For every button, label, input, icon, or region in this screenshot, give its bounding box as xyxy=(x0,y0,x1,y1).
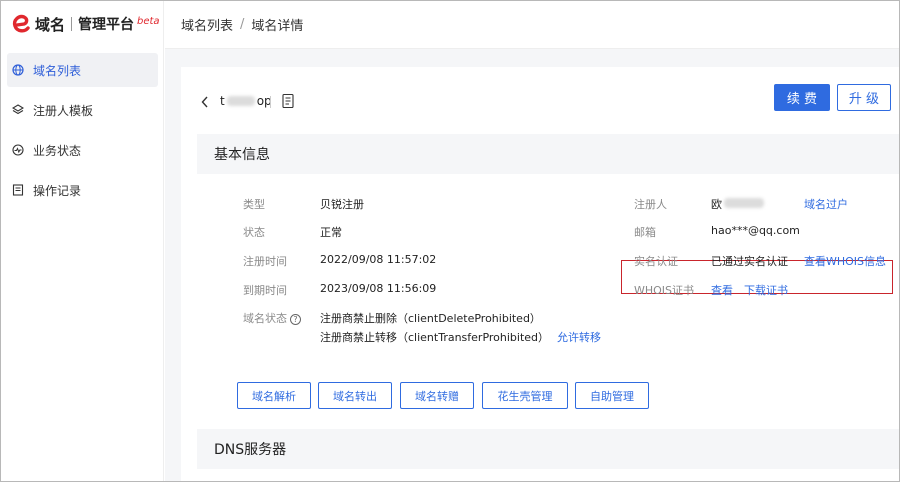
domain-prefix: t xyxy=(220,94,225,108)
view-cert-link[interactable]: 查看 xyxy=(711,282,733,298)
upgrade-button[interactable]: 升 级 xyxy=(837,84,891,111)
breadcrumb-domain-detail: 域名详情 xyxy=(251,19,304,34)
sidebar-nav: 域名列表 注册人模板 业务状态 操作记录 xyxy=(1,53,164,213)
domain-status-1: 注册商禁止删除（clientDeleteProhibited） xyxy=(320,312,541,325)
sidebar-item-label: 业务状态 xyxy=(33,143,82,158)
email-value: hao***@qq.com xyxy=(711,224,800,237)
redacted-blur xyxy=(226,96,255,106)
basic-info-header: 基本信息 xyxy=(197,134,899,174)
reg-time-value: 2022/09/08 11:57:02 xyxy=(320,253,437,266)
main-content: t op 续 费 升 级 基本信息 类型 贝锐注册 状态 正常 注册时间 202… xyxy=(165,49,899,481)
status-value: 正常 xyxy=(320,226,342,239)
globe-icon xyxy=(12,64,24,76)
type-label: 类型 xyxy=(243,198,265,211)
sidebar-item-label: 操作记录 xyxy=(33,183,82,198)
breadcrumb: 域名列表 / 域名详情 xyxy=(165,1,899,49)
registrant-value: 欧 xyxy=(711,196,766,212)
registrant-label: 注册人 xyxy=(634,198,667,211)
exp-time-value: 2023/09/08 11:56:09 xyxy=(320,282,437,295)
domain-status-label: 域名状态? xyxy=(243,310,301,326)
oray-manage-button[interactable]: 花生壳管理 xyxy=(482,382,568,409)
registrant-name: 欧 xyxy=(711,198,722,211)
log-icon xyxy=(12,184,24,196)
sidebar: 域名 管理平台 beta 域名列表 注册人模板 业务状态 操作记录 xyxy=(1,1,164,481)
domain-transfer-link[interactable]: 域名过户 xyxy=(804,196,848,212)
dns-resolve-button[interactable]: 域名解析 xyxy=(237,382,311,409)
domain-status-label-text: 域名状态 xyxy=(243,312,287,325)
layers-icon xyxy=(12,104,24,116)
help-icon[interactable]: ? xyxy=(290,313,301,325)
document-icon[interactable] xyxy=(281,93,295,109)
back-arrow-icon[interactable] xyxy=(200,95,210,109)
sidebar-item-label: 域名列表 xyxy=(33,63,82,78)
sidebar-item-domain-list[interactable]: 域名列表 xyxy=(7,53,158,87)
domain-name: t op xyxy=(220,94,272,108)
exp-time-label: 到期时间 xyxy=(243,284,287,297)
dns-server-header: DNS服务器 xyxy=(197,429,899,469)
breadcrumb-separator: / xyxy=(240,17,245,32)
reg-time-label: 注册时间 xyxy=(243,255,287,268)
gift-domain-button[interactable]: 域名转赠 xyxy=(400,382,474,409)
logo[interactable]: 域名 管理平台 beta xyxy=(11,12,160,36)
logo-divider xyxy=(71,17,73,31)
type-value: 贝锐注册 xyxy=(320,198,364,211)
redacted-blur xyxy=(724,198,764,208)
self-service-button[interactable]: 自助管理 xyxy=(575,382,649,409)
renew-button[interactable]: 续 费 xyxy=(774,84,830,111)
transfer-out-button[interactable]: 域名转出 xyxy=(318,382,392,409)
logo-brand: 域名 xyxy=(35,15,66,34)
sidebar-item-registrant-template[interactable]: 注册人模板 xyxy=(7,93,158,127)
beta-badge: beta xyxy=(137,15,160,27)
logo-platform: 管理平台 xyxy=(78,17,135,33)
email-label: 邮箱 xyxy=(634,226,656,239)
brand-e-icon xyxy=(11,13,33,35)
breadcrumb-domain-list[interactable]: 域名列表 xyxy=(181,15,233,34)
realname-value: 已通过实名认证 xyxy=(711,255,788,268)
sidebar-item-operation-log[interactable]: 操作记录 xyxy=(7,173,158,207)
view-whois-link[interactable]: 查看WHOIS信息 xyxy=(804,253,886,269)
whois-cert-label: WHOIS证书 xyxy=(634,284,695,297)
sidebar-item-label: 注册人模板 xyxy=(33,103,94,118)
allow-transfer-link[interactable]: 允许转移 xyxy=(557,329,601,345)
title-divider xyxy=(270,96,271,108)
sidebar-item-business-status[interactable]: 业务状态 xyxy=(7,133,158,167)
pulse-icon xyxy=(12,144,24,156)
domain-status-2: 注册商禁止转移（clientTransferProhibited） xyxy=(320,331,550,344)
status-label: 状态 xyxy=(243,226,265,239)
realname-label: 实名认证 xyxy=(634,255,678,268)
detail-card: t op 续 费 升 级 基本信息 类型 贝锐注册 状态 正常 注册时间 202… xyxy=(181,67,899,481)
download-cert-link[interactable]: 下载证书 xyxy=(744,282,788,298)
